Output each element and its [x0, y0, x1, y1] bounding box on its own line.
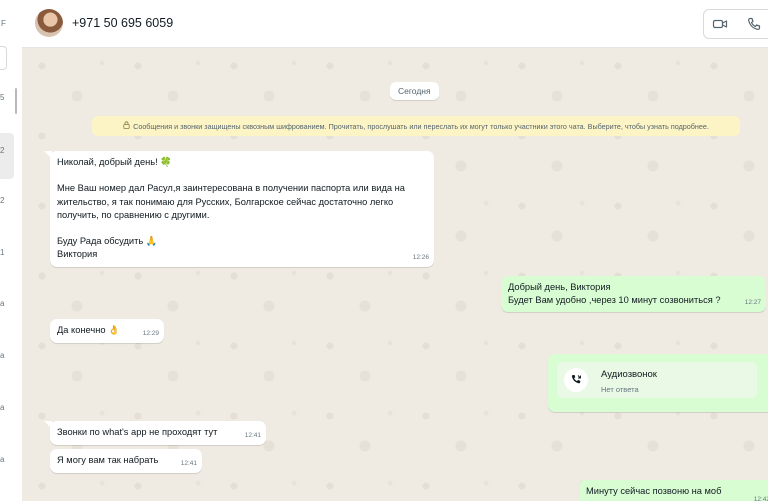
message-time: 12:41: [180, 459, 197, 467]
chat-item-edge-text[interactable]: a: [0, 351, 4, 360]
message-text: Николай, добрый день! 🍀 Мне Ваш номер да…: [57, 157, 405, 260]
bubble-tail: [44, 151, 52, 159]
message-time: 12:26: [412, 253, 429, 261]
message-text: Я могу вам так набрать: [57, 455, 159, 465]
message-time: 12:29: [142, 329, 159, 337]
message-outgoing-call[interactable]: Аудиозвонок Нет ответа 12: [548, 354, 768, 412]
message-outgoing[interactable]: Минуту сейчас позвоню на моб 12:42: [579, 480, 768, 501]
call-buttons-group: [703, 9, 768, 39]
chat-list-scrollbar[interactable]: [15, 88, 17, 114]
chat-item-edge-text[interactable]: 2: [0, 146, 4, 155]
missed-call-icon: [571, 375, 581, 384]
message-incoming[interactable]: Да конечно 👌 12:29: [50, 319, 164, 343]
call-title: Аудиозвонок: [601, 369, 657, 380]
chat-item-edge-text[interactable]: 1: [0, 248, 4, 257]
selected-chat-item[interactable]: [0, 133, 14, 179]
contact-name[interactable]: +971 50 695 6059: [72, 16, 173, 30]
encryption-notice-text: Сообщения и звонки защищены сквозным шиф…: [133, 122, 709, 131]
chat-item-edge-text[interactable]: a: [0, 455, 4, 464]
missed-call-icon-wrap: [564, 368, 588, 392]
chat-item-edge-text[interactable]: a: [0, 403, 4, 412]
bubble-tail: [44, 421, 52, 429]
chat-item-edge-text[interactable]: 2: [0, 196, 4, 205]
chat-list-sidebar: F 5 2 2 1 a a a a: [0, 0, 23, 501]
chat-item-edge-text[interactable]: 5: [0, 93, 4, 102]
message-text: Да конечно 👌: [57, 325, 120, 335]
encryption-notice[interactable]: Сообщения и звонки защищены сквозным шиф…: [92, 116, 740, 136]
message-text: Минуту сейчас позвоню на моб: [586, 486, 722, 496]
chat-header: +971 50 695 6059: [22, 0, 768, 48]
contact-avatar[interactable]: [35, 9, 63, 37]
message-text: Звонки по what's app не проходят тут: [57, 427, 218, 437]
filter-icon[interactable]: F: [1, 19, 6, 28]
date-separator: Сегодня: [390, 82, 439, 100]
search-box-edge[interactable]: [0, 46, 7, 70]
message-incoming[interactable]: Звонки по what's app не проходят тут 12:…: [44, 421, 266, 445]
call-status: Нет ответа: [601, 385, 639, 394]
video-camera-icon[interactable]: [712, 16, 728, 32]
message-time: 12:41: [244, 431, 261, 439]
phone-icon[interactable]: [746, 16, 762, 32]
message-time: 12:27: [744, 298, 761, 306]
lock-icon: [123, 121, 130, 131]
message-time: 12:42: [753, 495, 768, 501]
message-incoming[interactable]: Николай, добрый день! 🍀 Мне Ваш номер да…: [44, 151, 434, 267]
chat-item-edge-text[interactable]: a: [0, 299, 4, 308]
message-incoming[interactable]: Я могу вам так набрать 12:41: [50, 449, 202, 473]
audio-call-card[interactable]: Аудиозвонок Нет ответа: [557, 362, 757, 398]
message-outgoing[interactable]: Добрый день, Виктория Будет Вам удобно ,…: [501, 276, 766, 312]
message-text: Добрый день, Виктория Будет Вам удобно ,…: [508, 282, 721, 306]
chat-messages-area[interactable]: Сегодня Сообщения и звонки защищены скво…: [22, 48, 768, 501]
